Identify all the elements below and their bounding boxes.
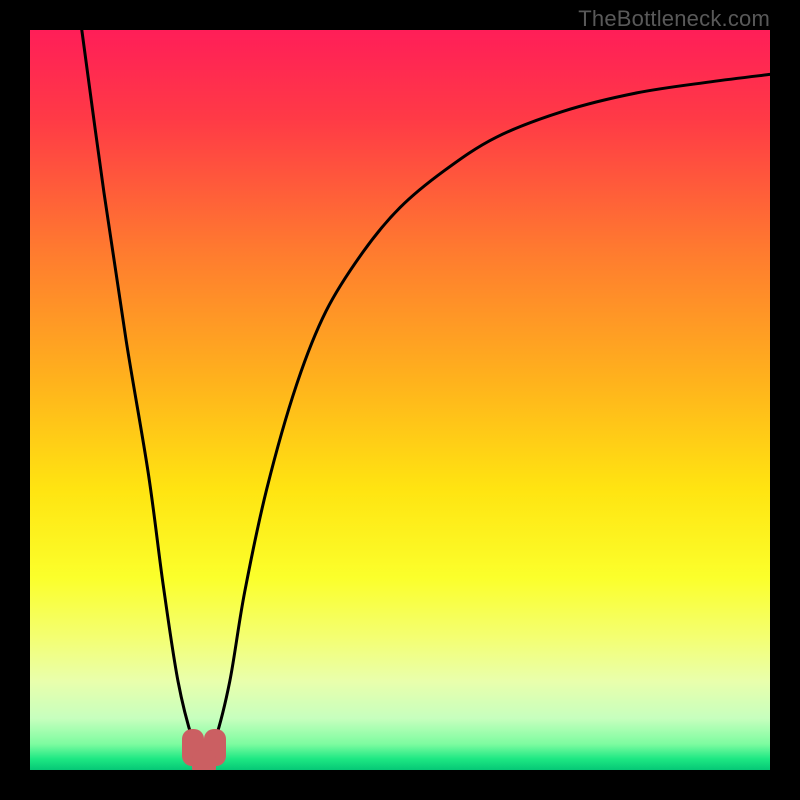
trough-marker [192,750,216,770]
chart-curve [30,30,770,770]
watermark-text: TheBottleneck.com [578,6,770,32]
plot-area [30,30,770,770]
